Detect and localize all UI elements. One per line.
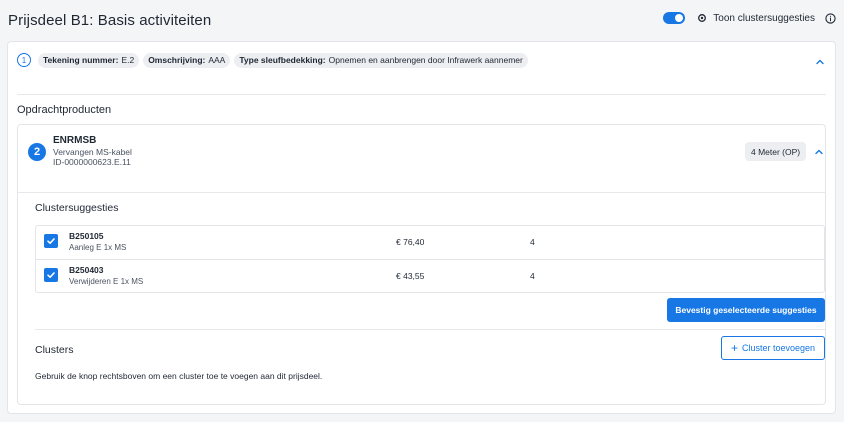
quantity-badge: 4 Meter (OP) bbox=[745, 142, 807, 161]
clusters-divider bbox=[35, 329, 825, 330]
cluster-suggestions-control: Toon clustersuggesties bbox=[663, 12, 836, 24]
clusters-label: Clusters bbox=[35, 344, 74, 356]
cluster-icon bbox=[697, 13, 707, 23]
confirm-suggestions-button[interactable]: Bevestig geselecteerde suggesties bbox=[667, 298, 825, 322]
pill-label: Tekening nummer: bbox=[43, 55, 119, 65]
suggestion-description: Aanleg E 1x MS bbox=[69, 243, 127, 252]
suggestions-list: B250105 Aanleg E 1x MS € 76,40 4 B250403… bbox=[35, 225, 825, 293]
pill-value: Opnemen en aanbrengen door Infrawerk aan… bbox=[328, 55, 523, 65]
page-header: Prijsdeel B1: Basis activiteiten Toon cl… bbox=[0, 0, 844, 40]
trench-cover-pill: Type sleufbedekking: Opnemen en aanbreng… bbox=[234, 52, 528, 68]
product-collapse-chevron-up-icon[interactable] bbox=[813, 145, 825, 157]
suggestion-price: € 43,55 bbox=[396, 271, 425, 281]
suggestion-row[interactable]: B250403 Verwijderen E 1x MS € 43,55 4 bbox=[36, 259, 824, 292]
drawing-info-row: 1 Tekening nummer: E.2 Omschrijving: AAA… bbox=[17, 51, 826, 69]
collapse-chevron-up-icon[interactable] bbox=[814, 55, 826, 67]
price-part-card: 1 Tekening nummer: E.2 Omschrijving: AAA… bbox=[7, 41, 836, 414]
pill-label: Type sleufbedekking: bbox=[239, 55, 326, 65]
page-title: Prijsdeel B1: Basis activiteiten bbox=[8, 11, 212, 29]
suggestion-price: € 76,40 bbox=[396, 237, 425, 247]
clusters-help-text: Gebruik de knop rechtsboven om een clust… bbox=[35, 371, 323, 381]
description-pill: Omschrijving: AAA bbox=[143, 52, 231, 68]
step-indicator: 1 bbox=[17, 53, 31, 67]
suggestion-count: 4 bbox=[530, 271, 535, 281]
product-id: ID-0000000623.E.11 bbox=[53, 157, 131, 167]
pill-label: Omschrijving: bbox=[148, 55, 206, 65]
plus-icon: + bbox=[730, 341, 738, 355]
suggestion-checkbox[interactable] bbox=[44, 268, 58, 282]
add-cluster-button[interactable]: + Cluster toevoegen bbox=[721, 336, 825, 360]
cluster-suggestions-label: Toon clustersuggesties bbox=[713, 12, 815, 24]
products-section-label: Opdrachtproducten bbox=[17, 104, 112, 116]
product-card: 2 ENRMSB Vervangen MS-kabel ID-000000062… bbox=[17, 124, 826, 405]
suggestion-code: B250105 bbox=[69, 231, 104, 241]
suggestion-checkbox[interactable] bbox=[44, 234, 58, 248]
pill-value: AAA bbox=[208, 55, 226, 65]
suggestion-count: 4 bbox=[530, 237, 535, 247]
drawing-number-pill: Tekening nummer: E.2 bbox=[38, 52, 140, 68]
product-description: Vervangen MS-kabel bbox=[53, 147, 132, 157]
cluster-suggestions-toggle[interactable] bbox=[663, 12, 686, 24]
suggestion-code: B250403 bbox=[69, 265, 104, 275]
suggestion-description: Verwijderen E 1x MS bbox=[69, 277, 144, 286]
section-divider bbox=[17, 94, 826, 95]
pill-value: E.2 bbox=[121, 55, 135, 65]
product-step-indicator: 2 bbox=[28, 143, 46, 161]
suggestions-label: Clustersuggesties bbox=[35, 202, 119, 214]
product-divider bbox=[18, 192, 825, 193]
suggestion-row[interactable]: B250105 Aanleg E 1x MS € 76,40 4 bbox=[36, 226, 824, 259]
add-cluster-label: Cluster toevoegen bbox=[741, 343, 816, 353]
product-code: ENRMSB bbox=[53, 135, 97, 146]
info-icon[interactable] bbox=[825, 12, 836, 24]
